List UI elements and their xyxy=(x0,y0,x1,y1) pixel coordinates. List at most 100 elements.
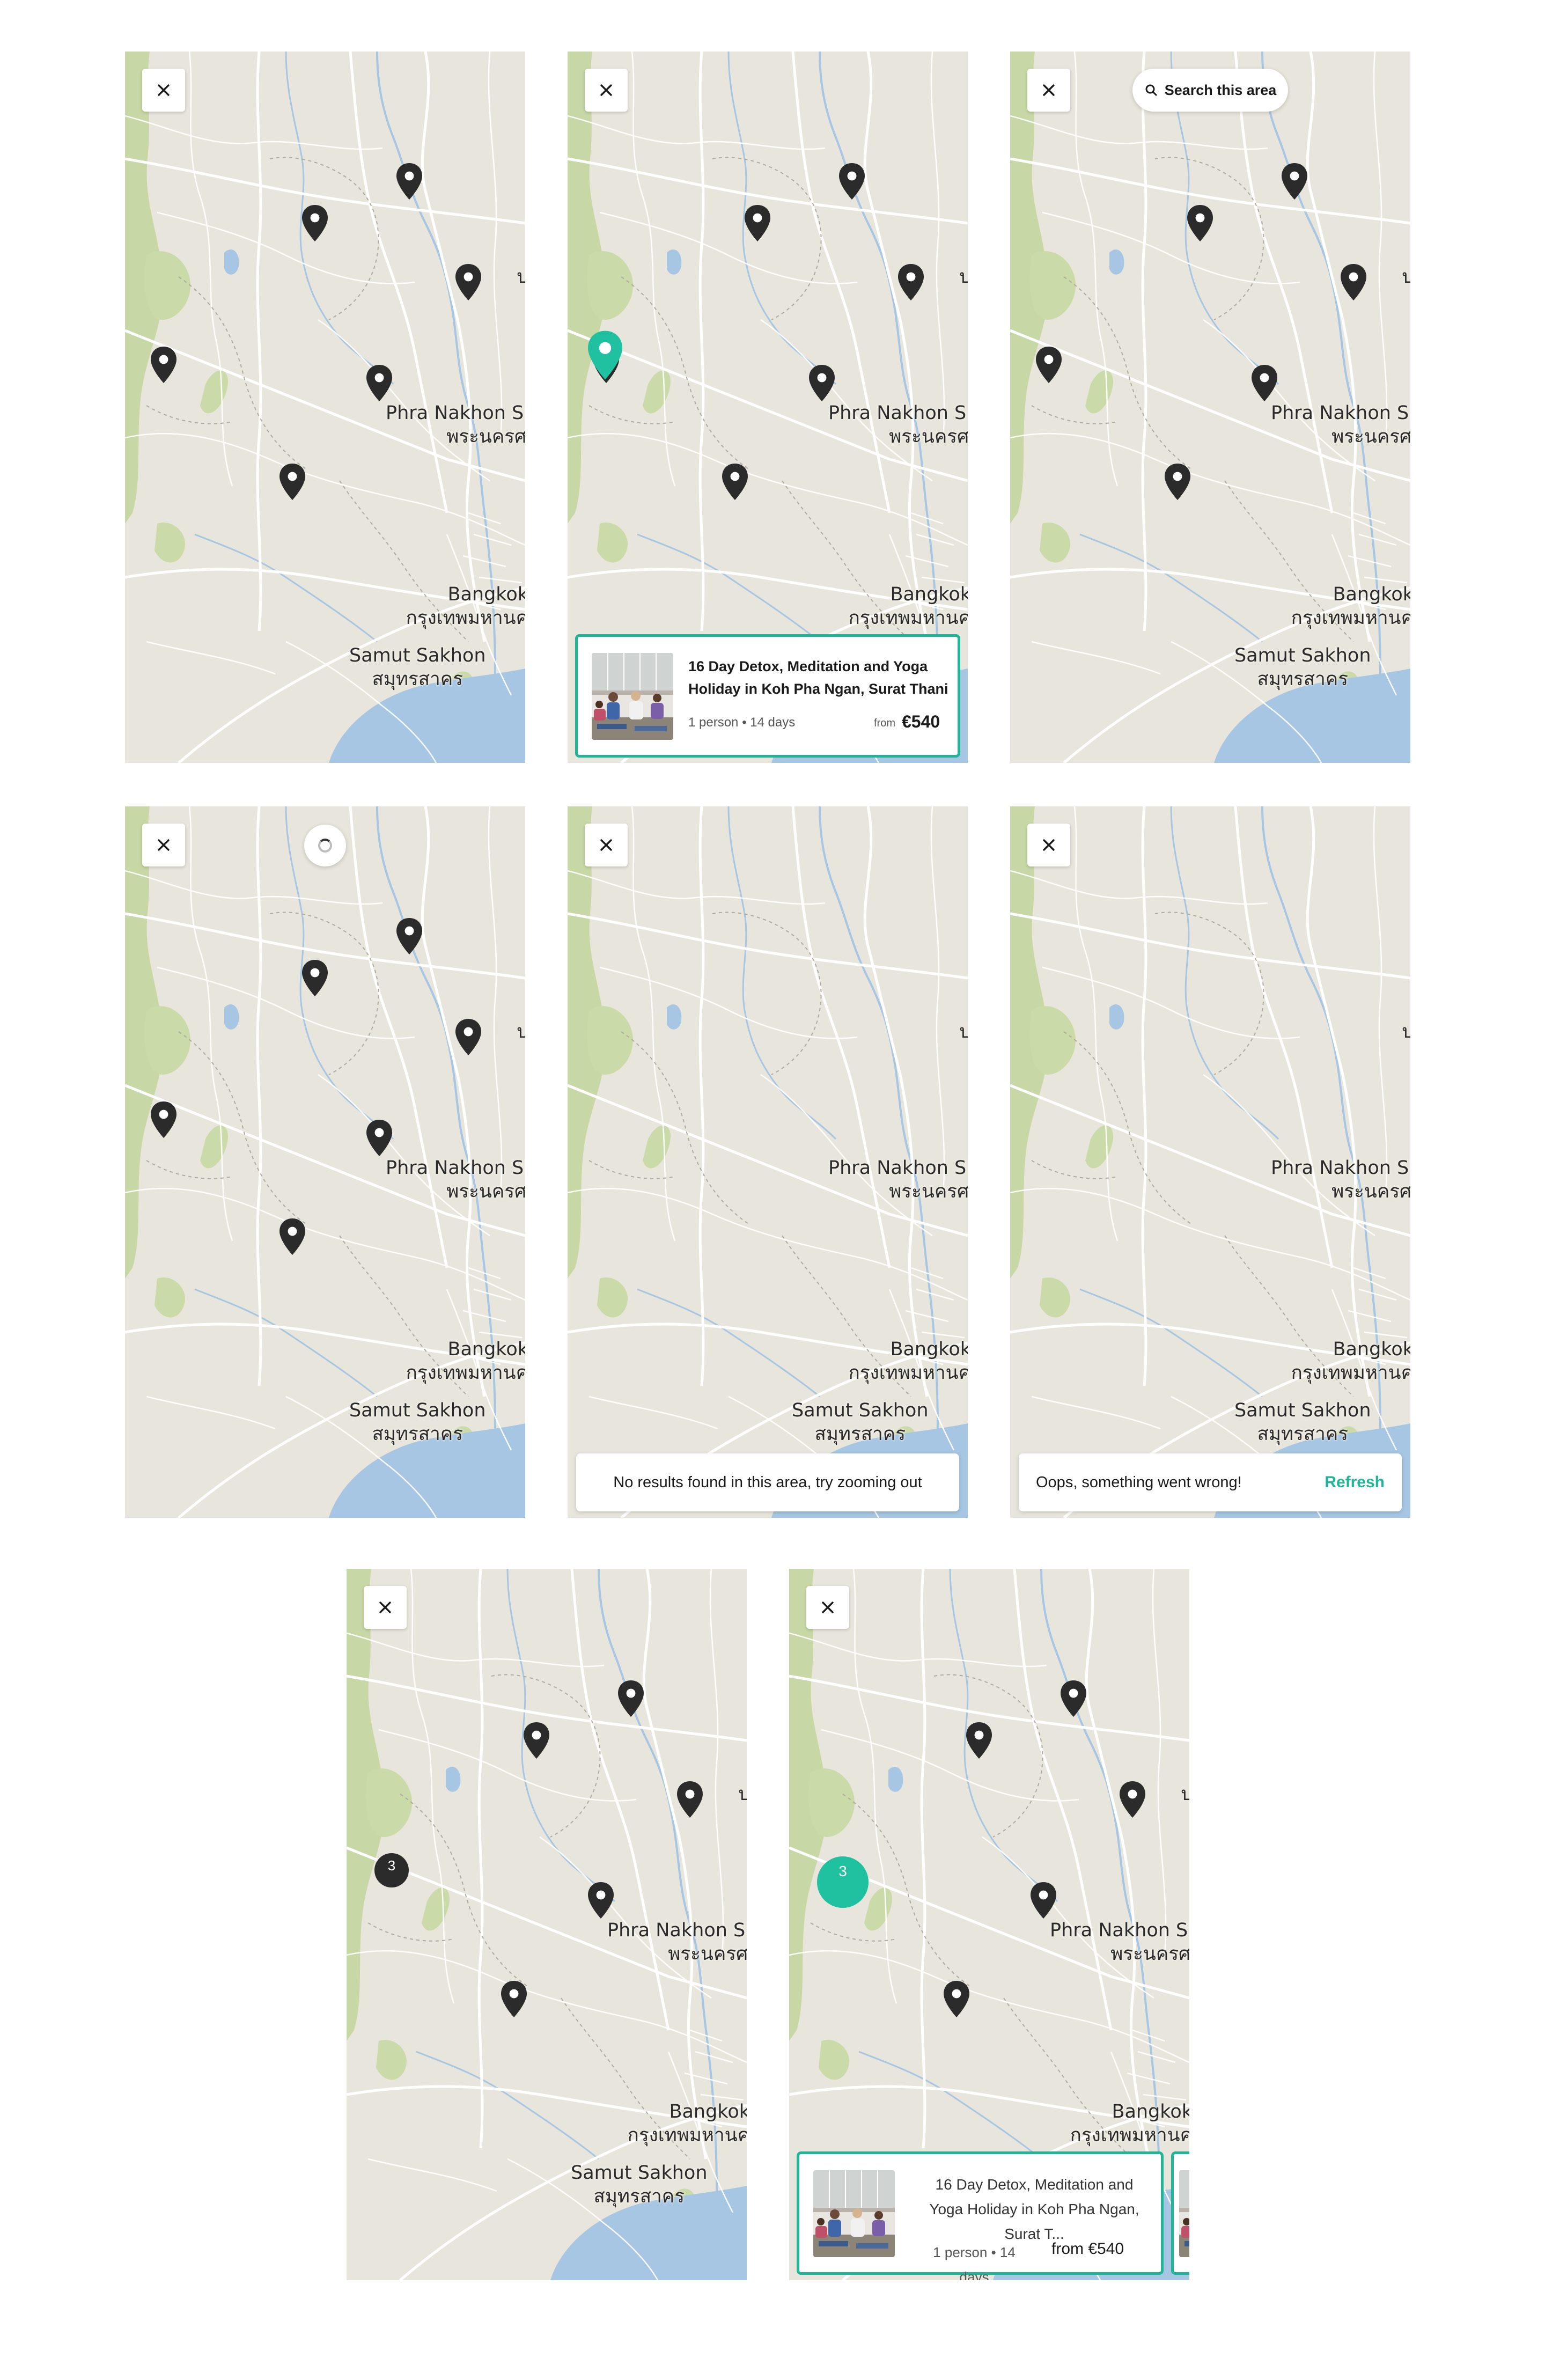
map-pin-icon[interactable] xyxy=(499,1980,529,2018)
map-label-samut-sakhon: Samut Sakhon สมุทรสาคร xyxy=(349,1399,486,1446)
bangkok-thai-label: กรุงเทพมหานค xyxy=(627,2125,747,2146)
map-pin-icon[interactable] xyxy=(1338,263,1369,302)
map-edge-label: ป xyxy=(1181,1783,1189,1805)
phra-nakhon-label: Phra Nakhon Si A xyxy=(1271,402,1410,424)
retreat-card-carousel-item[interactable]: 16 Day Detox, Meditation and Yoga Holida… xyxy=(797,2151,1164,2280)
map-panel-no-results: Phra Nakhon Si A พระนครศรีอ Bangkok กรุง… xyxy=(568,806,968,1518)
map-pin-icon[interactable] xyxy=(277,462,307,501)
map-pin-icon[interactable] xyxy=(277,1217,307,1256)
map-edge-label: ป xyxy=(517,266,525,288)
close-button[interactable] xyxy=(1027,69,1070,112)
retreat-card[interactable]: 16 Day Detox, Meditation and Yoga Holida… xyxy=(575,634,960,758)
compact-card-meta: 1 person • 14 days xyxy=(921,2240,1028,2280)
map-pin-icon[interactable] xyxy=(364,1119,394,1157)
map-pin-icon[interactable] xyxy=(453,263,483,302)
map-pin-icon[interactable] xyxy=(896,263,926,302)
retreat-card-next-peek[interactable] xyxy=(1171,2151,1189,2275)
phra-nakhon-thai-label: พระนครศรีอ xyxy=(446,1181,525,1202)
bangkok-thai-label: กรุงเทพมหานค xyxy=(406,607,525,629)
map-label-phra-nakhon: Phra Nakhon Si A พระนครศรีอ xyxy=(828,1156,968,1203)
loading-indicator xyxy=(304,825,346,866)
map-pin-icon[interactable] xyxy=(1279,162,1309,201)
map-label-phra-nakhon: Phra Nakhon Si A พระนครศรีอ xyxy=(1271,401,1410,449)
samut-sakhon-label: Samut Sakhon xyxy=(792,1400,929,1421)
map-pin-icon[interactable] xyxy=(742,204,772,243)
compact-title-line2: Yoga Holiday in Koh Pha Ngan, xyxy=(929,2201,1139,2217)
samut-sakhon-thai-label: สมุทรสาคร xyxy=(372,1423,464,1445)
retreat-card-compact-title: 16 Day Detox, Meditation and Yoga Holida… xyxy=(916,2172,1152,2246)
refresh-button[interactable]: Refresh xyxy=(1325,1473,1385,1492)
close-button[interactable] xyxy=(142,824,185,866)
pin-cluster[interactable]: 3 xyxy=(374,1853,409,1887)
bangkok-label: Bangkok xyxy=(1333,1339,1410,1360)
map-pin-icon[interactable] xyxy=(1058,1679,1088,1718)
map-label-phra-nakhon: Phra Nakhon Si A พระนครศรีอ xyxy=(386,401,525,449)
map-pin-icon[interactable] xyxy=(964,1721,994,1760)
map-edge-label: ป xyxy=(959,266,968,288)
close-button[interactable] xyxy=(142,69,185,112)
retreat-title-line1: 16 Day Detox, Meditation and Yoga xyxy=(688,658,928,674)
map-label-phra-nakhon: Phra Nakhon Si A พระนครศรีอ xyxy=(386,1156,525,1203)
map-pin-icon[interactable] xyxy=(1034,346,1064,384)
map-label-bangkok: Bangkok กรุงเทพมหานค xyxy=(849,583,968,630)
map-pin-icon[interactable] xyxy=(1249,364,1279,402)
map-pin-icon[interactable] xyxy=(300,959,330,997)
phra-nakhon-label: Phra Nakhon Si A xyxy=(607,1920,747,1941)
map-pin-icon[interactable] xyxy=(394,162,424,201)
bangkok-label: Bangkok xyxy=(447,584,525,605)
map-pin-icon[interactable] xyxy=(149,1100,179,1139)
phra-nakhon-thai-label: พระนครศรีอ xyxy=(889,1181,968,1202)
map-pin-icon[interactable] xyxy=(149,346,179,384)
samut-sakhon-label: Samut Sakhon xyxy=(349,1400,486,1421)
bangkok-thai-label: กรุงเทพมหานค xyxy=(406,1362,525,1384)
map-pin-icon[interactable] xyxy=(364,364,394,402)
map-pin-icon[interactable] xyxy=(1163,462,1193,501)
map-pin-icon[interactable] xyxy=(300,204,330,243)
map-label-phra-nakhon: Phra Nakhon Si A พระนครศรีอ xyxy=(1271,1156,1410,1203)
phra-nakhon-label: Phra Nakhon Si A xyxy=(828,402,968,424)
map-pin-icon[interactable] xyxy=(394,917,424,956)
map-pin-icon[interactable] xyxy=(837,162,867,201)
close-button[interactable] xyxy=(1027,824,1070,866)
map-pin-icon[interactable] xyxy=(807,364,837,402)
map-label-samut-sakhon: Samut Sakhon สมุทรสาคร xyxy=(1234,1399,1371,1446)
map-pin-icon[interactable] xyxy=(720,462,750,501)
close-button[interactable] xyxy=(585,69,628,112)
retreat-thumbnail xyxy=(1179,2170,1189,2257)
map-label-bangkok: Bangkok กรุงเทพมหานค xyxy=(1291,583,1410,630)
map-pin-icon[interactable] xyxy=(586,1881,616,1920)
selected-map-pin-icon[interactable] xyxy=(585,329,626,381)
map-pin-icon[interactable] xyxy=(521,1721,551,1760)
samut-sakhon-thai-label: สมุทรสาคร xyxy=(1257,669,1349,690)
samut-sakhon-thai-label: สมุทรสาคร xyxy=(814,1423,906,1445)
close-button[interactable] xyxy=(585,824,628,866)
map-panel-error: Phra Nakhon Si A พระนครศรีอ Bangkok กรุง… xyxy=(1010,806,1410,1518)
map-pin-icon[interactable] xyxy=(1185,204,1215,243)
close-button[interactable] xyxy=(364,1586,407,1629)
map-pin-icon[interactable] xyxy=(453,1018,483,1056)
map-pin-icon[interactable] xyxy=(675,1780,705,1819)
map-edge-label: ป xyxy=(738,1783,747,1805)
compact-meta-line2: days xyxy=(959,2269,989,2280)
pin-cluster-selected[interactable]: 3 xyxy=(817,1856,869,1908)
map-label-bangkok: Bangkok กรุงเทพมหานค xyxy=(849,1338,968,1385)
map-pin-icon[interactable] xyxy=(1117,1780,1147,1819)
samut-sakhon-label: Samut Sakhon xyxy=(349,645,486,666)
map-pin-icon[interactable] xyxy=(616,1679,646,1718)
retreat-title-line2: Holiday in Koh Pha Ngan, Surat Thani xyxy=(688,681,948,697)
retreat-card-title: 16 Day Detox, Meditation and Yoga Holida… xyxy=(688,655,948,700)
close-button[interactable] xyxy=(806,1586,849,1629)
search-this-area-button[interactable]: Search this area xyxy=(1132,69,1288,112)
map-panel-default: Phra Nakhon Si A พระนครศรีอ Bangkok กรุง… xyxy=(125,52,525,763)
map-panel-search-area: Phra Nakhon Si A พระนครศรีอ Bangkok กรุง… xyxy=(1010,52,1410,763)
map-pin-icon[interactable] xyxy=(1028,1881,1058,1920)
bangkok-label: Bangkok xyxy=(447,1339,525,1360)
bangkok-thai-label: กรุงเทพมหานค xyxy=(1291,1362,1410,1384)
bangkok-thai-label: กรุงเทพมหานค xyxy=(1291,607,1410,629)
search-this-area-label: Search this area xyxy=(1164,82,1277,98)
phra-nakhon-label: Phra Nakhon Si A xyxy=(1050,1920,1189,1941)
map-pin-icon[interactable] xyxy=(941,1980,972,2018)
phra-nakhon-thai-label: พระนครศรีอ xyxy=(1331,1181,1410,1202)
map-edge-label: ป xyxy=(1402,1021,1410,1042)
map-label-phra-nakhon: Phra Nakhon Si A พระนครศรีอ xyxy=(607,1919,747,1966)
